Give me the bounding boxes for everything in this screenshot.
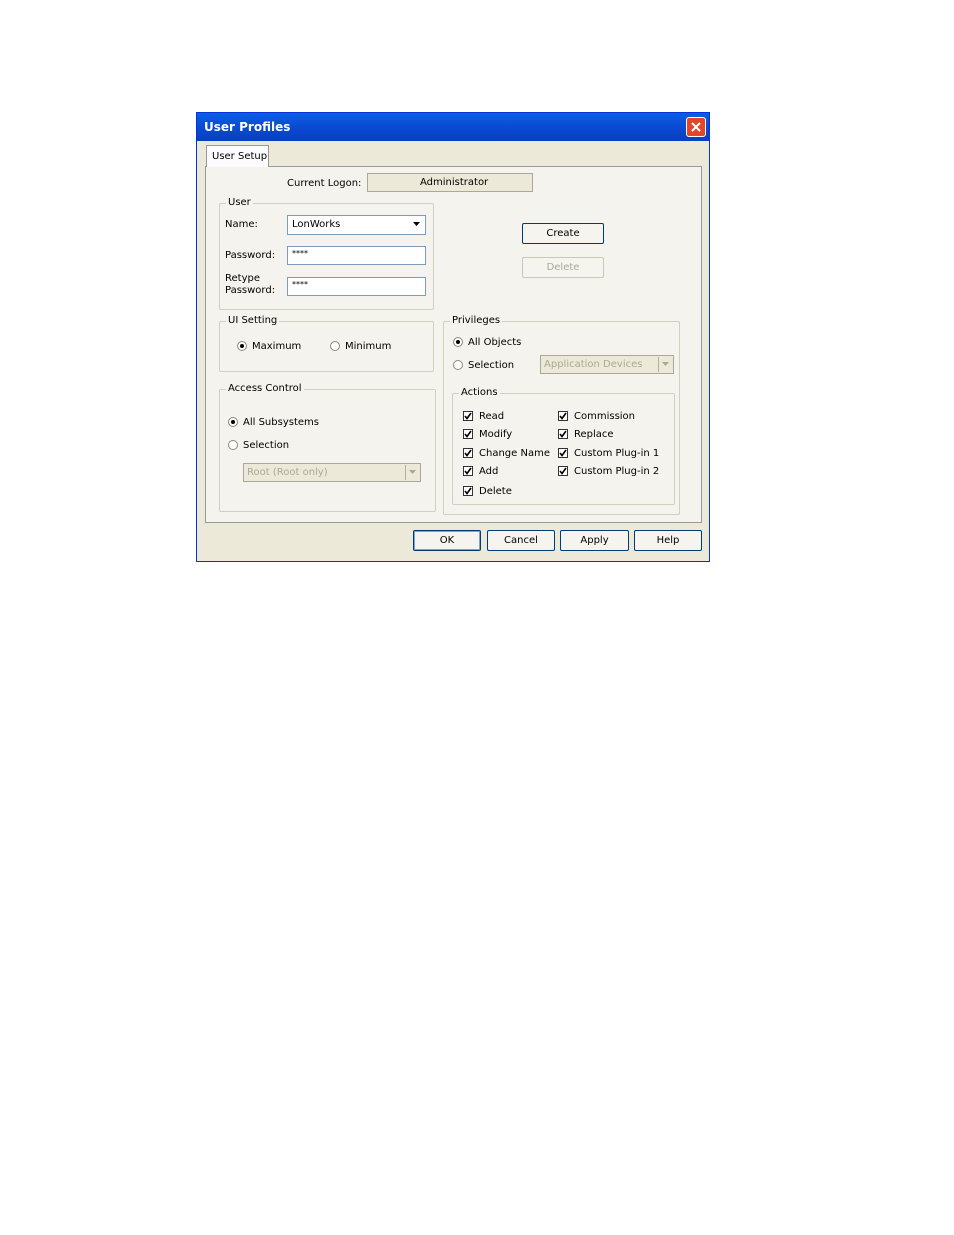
checkmark-icon [559,467,567,475]
read-checkbox[interactable] [463,411,473,421]
password-field[interactable]: **** [287,246,426,265]
ui-setting-group: UI Setting Maximum Minimum [219,315,434,372]
modify-label: Modify [479,429,513,440]
tab-label: User Setup [212,151,268,162]
chevron-down-icon [662,362,669,366]
checkmark-icon [464,467,472,475]
retype-password-field[interactable]: **** [287,277,426,296]
ok-button[interactable]: OK [413,530,481,551]
user-profiles-dialog: User Profiles User Setup Current Logon: … [196,112,710,562]
title-bar[interactable]: User Profiles [197,113,709,141]
subsystem-selection-label: Selection [243,440,290,451]
tab-panel: Current Logon: Administrator User Name: … [205,166,702,523]
access-control-legend: Access Control [226,383,304,394]
create-button[interactable]: Create [522,223,604,244]
custom-plugin-1-label: Custom Plug-in 1 [574,448,660,459]
apply-button[interactable]: Apply [560,530,629,551]
commission-label: Commission [574,411,636,422]
add-label: Add [479,466,499,477]
minimum-label: Minimum [345,341,392,352]
name-label: Name: [225,219,258,230]
retype-label-line1: Retype [225,273,260,284]
ui-setting-legend: UI Setting [226,315,280,326]
actions-legend: Actions [459,387,500,398]
chevron-down-icon [409,470,416,474]
commission-checkbox[interactable] [558,411,568,421]
current-logon-field: Administrator [367,173,533,192]
object-selection-radio[interactable] [453,360,463,370]
change-name-checkbox[interactable] [463,448,473,458]
user-group-legend: User [226,197,253,208]
retype-password-value: **** [292,280,308,289]
privileges-legend: Privileges [450,315,503,326]
checkmark-icon [464,487,472,495]
all-subsystems-radio[interactable] [228,417,238,427]
objects-dropdown-button[interactable] [658,357,672,372]
retype-label-line2: Password: [225,285,276,296]
current-logon-value: Administrator [420,177,489,188]
current-logon-label: Current Logon: [287,178,362,189]
custom-plugin-2-label: Custom Plug-in 2 [574,466,660,477]
minimum-radio[interactable] [330,341,340,351]
objects-combo-value: Application Devices [544,359,643,370]
close-icon [691,122,701,132]
maximum-label: Maximum [252,341,302,352]
maximum-radio[interactable] [237,341,247,351]
replace-label: Replace [574,429,614,440]
window-title: User Profiles [204,120,291,134]
password-label: Password: [225,250,276,261]
privileges-group: Privileges All Objects Selection Applica… [443,315,680,515]
object-selection-label: Selection [468,360,515,371]
add-checkbox[interactable] [463,466,473,476]
name-value: LonWorks [292,219,341,230]
chevron-down-icon [413,222,420,226]
access-control-group: Access Control All Subsystems Selection … [219,383,436,512]
name-combobox[interactable]: LonWorks [287,215,426,235]
delete-user-button[interactable]: Delete [522,257,604,278]
name-dropdown-button[interactable] [410,217,424,233]
delete-label: Delete [479,486,512,497]
modify-checkbox[interactable] [463,429,473,439]
cancel-button[interactable]: Cancel [487,530,555,551]
custom-plugin-1-checkbox[interactable] [558,448,568,458]
custom-plugin-2-checkbox[interactable] [558,466,568,476]
close-button[interactable] [686,117,706,137]
all-subsystems-label: All Subsystems [243,417,319,428]
read-label: Read [479,411,505,422]
replace-checkbox[interactable] [558,429,568,439]
password-value: **** [292,249,308,258]
actions-group: Actions Read Modify Change Name Add Dele… [452,387,675,505]
all-objects-radio[interactable] [453,337,463,347]
objects-combobox[interactable]: Application Devices [540,355,674,374]
delete-checkbox[interactable] [463,486,473,496]
subsystem-combo-value: Root (Root only) [247,467,328,478]
help-button[interactable]: Help [634,530,702,551]
checkmark-icon [559,449,567,457]
all-objects-label: All Objects [468,337,522,348]
checkmark-icon [464,430,472,438]
subsystem-dropdown-button[interactable] [405,465,419,480]
subsystem-selection-radio[interactable] [228,440,238,450]
tab-user-setup[interactable]: User Setup [206,145,269,167]
checkmark-icon [464,412,472,420]
checkmark-icon [559,412,567,420]
change-name-label: Change Name [479,448,550,459]
checkmark-icon [464,449,472,457]
checkmark-icon [559,430,567,438]
subsystem-combobox[interactable]: Root (Root only) [243,463,421,482]
user-group: User Name: LonWorks Password: **** Retyp… [219,197,434,310]
